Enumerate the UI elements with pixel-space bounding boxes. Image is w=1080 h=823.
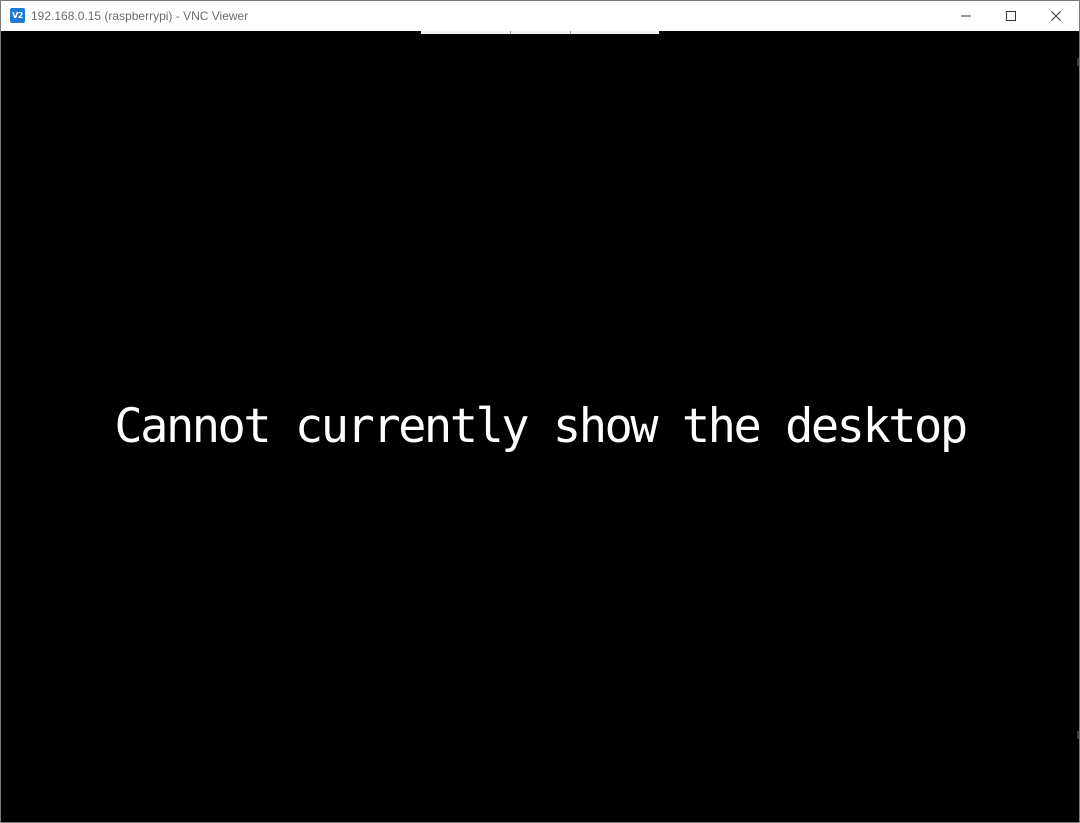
scroll-edge-marker bbox=[1077, 731, 1079, 739]
collapsed-toolbar-handle[interactable] bbox=[421, 31, 659, 34]
toolbar-divider bbox=[570, 31, 571, 34]
maximize-icon bbox=[1006, 11, 1016, 21]
toolbar-divider bbox=[510, 31, 511, 34]
app-icon-label: V2 bbox=[12, 11, 23, 20]
vnc-viewer-icon[interactable]: V2 bbox=[10, 8, 25, 23]
vnc-viewer-window: V2 192.168.0.15 (raspberrypi) - VNC View… bbox=[0, 0, 1080, 823]
remote-desktop-view[interactable]: Cannot currently show the desktop bbox=[1, 31, 1079, 822]
close-button[interactable] bbox=[1033, 1, 1079, 31]
title-bar[interactable]: V2 192.168.0.15 (raspberrypi) - VNC View… bbox=[1, 1, 1079, 31]
maximize-button[interactable] bbox=[988, 1, 1034, 31]
minimize-button[interactable] bbox=[943, 1, 989, 31]
close-icon bbox=[1051, 11, 1061, 21]
window-title: 192.168.0.15 (raspberrypi) - VNC Viewer bbox=[31, 9, 249, 23]
scroll-edge-marker bbox=[1077, 58, 1079, 66]
status-message: Cannot currently show the desktop bbox=[114, 399, 968, 454]
minimize-icon bbox=[961, 15, 971, 17]
